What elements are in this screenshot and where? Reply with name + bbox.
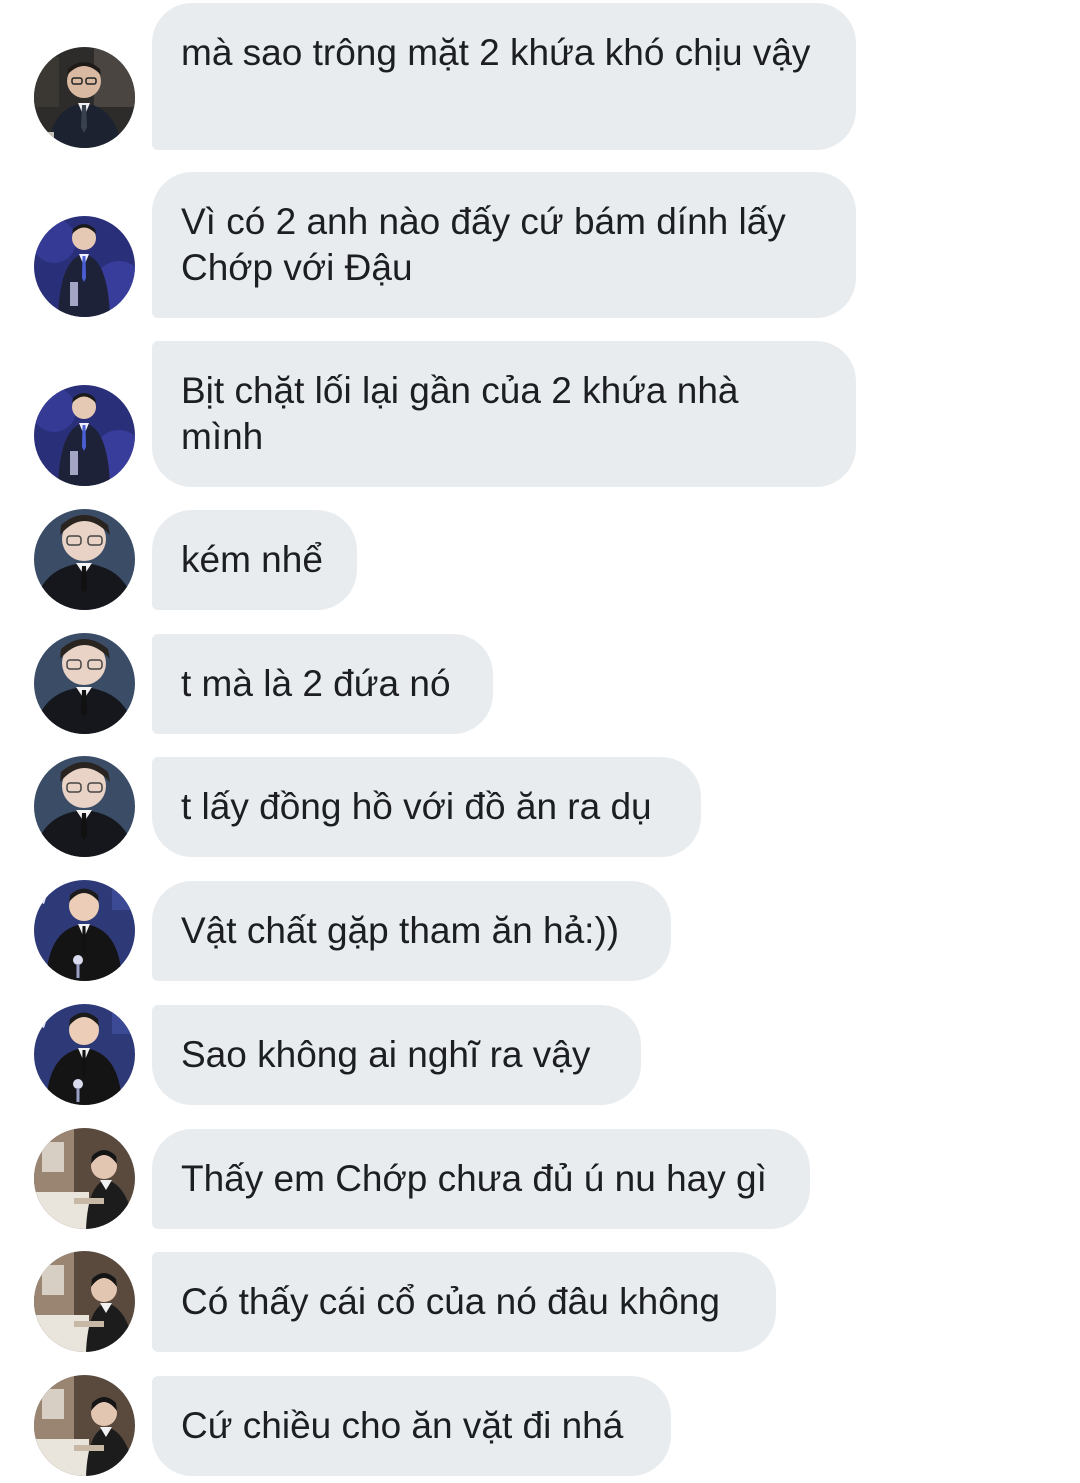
message-bubble[interactable]: Bịt chặt lối lại gần của 2 khứa nhà mình (152, 341, 856, 487)
message-bubble[interactable]: Có thấy cái cổ của nó đâu không (152, 1252, 776, 1352)
message-bubble[interactable]: mà sao trông mặt 2 khứa khó chịu vậy (152, 3, 856, 150)
avatar[interactable] (34, 1251, 135, 1352)
message-bubble[interactable]: Cứ chiều cho ăn vặt đi nhá (152, 1376, 671, 1476)
message-bubble[interactable]: Vật chất gặp tham ăn hả:)) (152, 881, 671, 981)
message-bubble[interactable]: kém nhể (152, 510, 357, 610)
message-bubble[interactable]: Sao không ai nghĩ ra vậy (152, 1005, 641, 1105)
avatar[interactable] (34, 633, 135, 734)
message-bubble[interactable]: t lấy đồng hồ với đồ ăn ra dụ (152, 757, 701, 857)
message-bubble[interactable]: Thấy em Chớp chưa đủ ú nu hay gì (152, 1129, 810, 1229)
avatar[interactable] (34, 1004, 135, 1105)
message-bubble[interactable]: t mà là 2 đứa nó (152, 634, 493, 734)
avatar[interactable] (34, 1375, 135, 1476)
avatar[interactable] (34, 756, 135, 857)
message-bubble[interactable]: Vì có 2 anh nào đấy cứ bám dính lấy Chớp… (152, 172, 856, 318)
avatar[interactable] (34, 880, 135, 981)
avatar[interactable] (34, 47, 135, 148)
avatar[interactable] (34, 216, 135, 317)
avatar[interactable] (34, 385, 135, 486)
avatar[interactable] (34, 509, 135, 610)
avatar[interactable] (34, 1128, 135, 1229)
